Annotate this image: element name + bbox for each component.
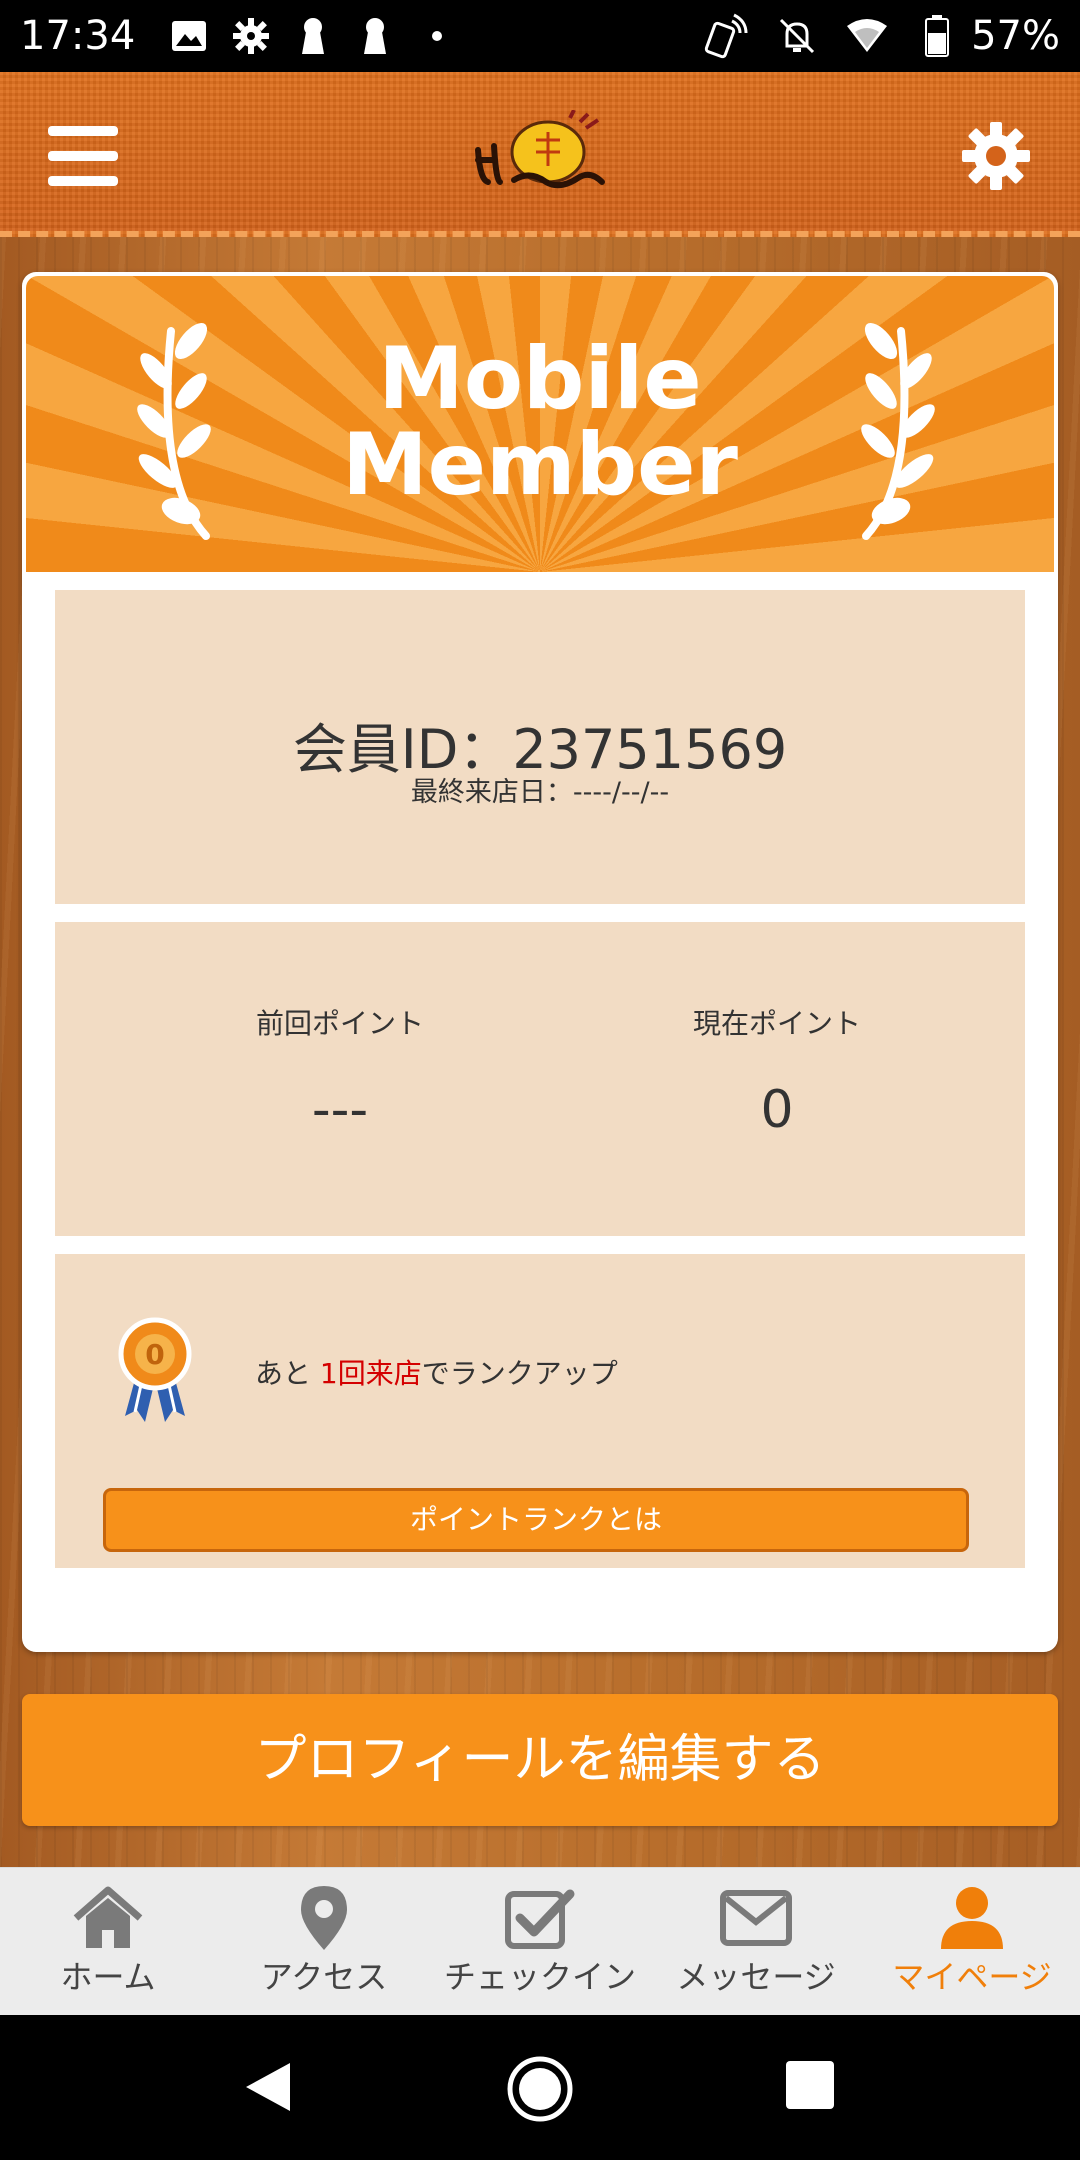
app-logo [470, 109, 610, 200]
settings-notification-icon [227, 12, 275, 60]
rank-up-message: あと 1回来店でランクアップ [255, 1357, 618, 1390]
nav-label-message: メッセージ [676, 1958, 836, 1996]
status-bar: 17:34 57% [0, 0, 1080, 72]
battery-percentage: 57% [971, 13, 1060, 59]
home-button[interactable] [506, 2055, 574, 2123]
nav-item-mypage[interactable]: マイページ [864, 1868, 1080, 2015]
app-header [0, 72, 1080, 237]
system-navigation-bar [0, 2015, 1080, 2160]
member-card: Mobile Member 会員ID：23751569 最終来店日：----/-… [22, 272, 1058, 1652]
nav-label-home: ホーム [60, 1958, 156, 1996]
map-pin-icon [284, 1882, 364, 1954]
point-rank-info-button[interactable]: ポイントランクとは [103, 1488, 969, 1552]
mobile-member-banner: Mobile Member [26, 276, 1054, 572]
nfc-phone-icon [703, 12, 751, 60]
checkbox-icon [500, 1882, 580, 1954]
keyhole-icon [289, 12, 337, 60]
bottom-navigation: ホーム アクセス チェックイン メッセージ マイページ [0, 1867, 1080, 2015]
rank-panel: 0 あと 1回来店でランクアップ ポイントランクとは [55, 1254, 1025, 1568]
home-icon [68, 1882, 148, 1954]
previous-points: 前回ポイント --- [190, 1002, 490, 1140]
edit-profile-button[interactable]: プロフィールを編集する [22, 1694, 1058, 1826]
points-panel: 前回ポイント --- 現在ポイント 0 [55, 922, 1025, 1236]
settings-button[interactable] [960, 120, 1032, 192]
nav-label-access: アクセス [260, 1958, 388, 1996]
member-id-panel: 会員ID：23751569 最終来店日：----/--/-- [55, 590, 1025, 904]
hamburger-menu-icon [48, 126, 118, 136]
recent-apps-button[interactable] [786, 2061, 834, 2109]
home-circle-icon [507, 2056, 573, 2122]
back-button[interactable] [240, 2059, 296, 2115]
last-visit-date: 最終来店日：----/--/-- [410, 777, 670, 808]
wifi-icon [843, 12, 891, 60]
keyhole-icon [351, 12, 399, 60]
nav-item-checkin[interactable]: チェックイン [432, 1868, 648, 2015]
current-points: 現在ポイント 0 [627, 1002, 927, 1140]
current-points-value: 0 [760, 1080, 794, 1140]
nav-item-access[interactable]: アクセス [216, 1868, 432, 2015]
mute-bell-icon [773, 12, 821, 60]
rank-visits-needed: 1回来店 [319, 1357, 422, 1390]
nav-label-mypage: マイページ [892, 1958, 1052, 1996]
status-time: 17:34 [20, 13, 136, 59]
svg-text:0: 0 [145, 1338, 164, 1371]
current-points-label: 現在ポイント [692, 1007, 861, 1040]
laurel-right-icon [861, 322, 935, 540]
envelope-icon [716, 1882, 796, 1954]
battery-icon [913, 12, 961, 60]
medal-icon: 0 [115, 1316, 195, 1426]
previous-points-label: 前回ポイント [255, 1007, 424, 1040]
image-icon [165, 12, 213, 60]
nav-label-checkin: チェックイン [443, 1958, 636, 1996]
menu-button[interactable] [48, 126, 118, 186]
nav-item-home[interactable]: ホーム [0, 1868, 216, 2015]
back-triangle-icon [246, 2063, 290, 2111]
previous-points-value: --- [311, 1080, 369, 1140]
gear-icon [962, 122, 1030, 190]
dot-icon [413, 12, 461, 60]
nav-item-message[interactable]: メッセージ [648, 1868, 864, 2015]
person-icon [932, 1882, 1012, 1954]
